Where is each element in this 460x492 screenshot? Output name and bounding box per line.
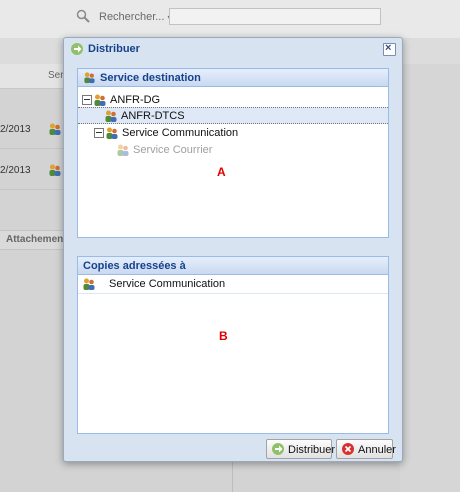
copies-panel-header: Copies adressées à [78,257,388,275]
tree-node-service-communication[interactable]: Service Communication [94,125,314,141]
search-scope-dropdown[interactable]: Rechercher... ▾ [99,11,172,23]
list-item[interactable]: Service Communication [78,275,388,294]
distribute-arrow-icon [272,443,284,455]
group-users-icon [84,72,95,84]
group-users-icon [83,278,95,290]
tree-node-label: Service Courrier [133,144,213,156]
list-item[interactable]: 2/2013 [0,112,64,149]
close-button[interactable]: × [383,42,396,56]
search-icon[interactable] [76,9,90,23]
distribute-button-label: Distribuer [288,444,336,456]
group-users-icon [49,123,61,135]
list-column-header[interactable]: Ser [0,64,64,89]
collapse-icon[interactable] [94,128,104,138]
annotation-marker-b: B [219,329,228,343]
cancel-button[interactable]: Annuler [336,439,396,459]
attachments-tab-label: Attachemen [6,234,64,245]
destination-panel: Service destination ANFR-DG ANFR-DTCS Se… [77,68,389,238]
copies-panel-title: Copies adressées à [83,260,186,272]
group-users-icon [106,127,118,139]
cancel-circle-icon [342,443,354,455]
row-date: 2/2013 [0,124,31,135]
arrow-right-icon [71,43,83,55]
dialog-title: Distribuer [88,43,140,55]
app-toolbar: Rechercher... ▾ [0,0,460,39]
group-users-icon [94,94,106,106]
close-icon: × [385,42,392,54]
list-item[interactable]: 2/2013 [0,153,64,190]
tree-node-label: ANFR-DTCS [121,110,185,122]
attachments-tab[interactable]: Attachemen [0,230,64,250]
group-users-icon [117,144,129,156]
distribute-dialog: Distribuer × Service destination ANFR-DG [63,37,403,462]
copies-panel: Copies adressées à Service Communication… [77,256,389,434]
list-item-label: Service Communication [109,278,226,290]
search-input[interactable] [169,8,381,25]
search-scope-label: Rechercher... [99,11,165,23]
group-users-icon [49,164,61,176]
collapse-icon[interactable] [82,95,92,105]
destination-panel-header: Service destination [78,69,388,87]
tree-node-service-courrier: Service Courrier [116,142,316,158]
distribute-button[interactable]: Distribuer [266,439,336,459]
row-date: 2/2013 [0,165,31,176]
column-header-label: Ser [48,70,64,81]
tree-node-anfr-dtcs[interactable]: ANFR-DTCS [104,108,304,124]
tree-node-anfr-dg[interactable]: ANFR-DG [82,92,282,108]
detail-pane [400,64,460,492]
tree-node-label: ANFR-DG [110,94,161,106]
pane-divider [232,462,233,492]
annotation-marker-a: A [217,165,226,179]
tree-node-label: Service Communication [122,127,239,139]
cancel-button-label: Annuler [358,444,396,456]
group-users-icon [105,110,117,122]
destination-panel-title: Service destination [100,72,201,84]
